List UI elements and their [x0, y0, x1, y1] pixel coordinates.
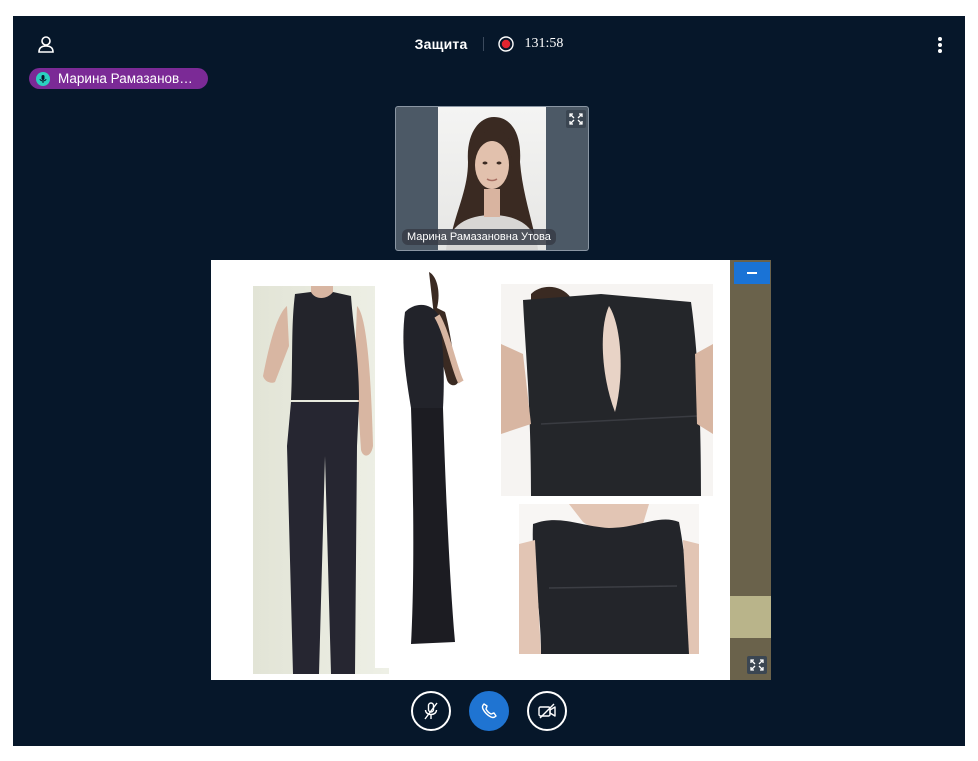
header-divider	[483, 37, 485, 51]
more-vertical-icon[interactable]	[937, 36, 943, 54]
record-icon	[498, 36, 515, 52]
end-call-button[interactable]	[469, 691, 509, 731]
expand-icon[interactable]	[747, 656, 767, 674]
minimize-icon[interactable]	[734, 262, 770, 284]
conference-window: Защита 131:58 Марина Рамазанов… Марина Р…	[13, 16, 965, 746]
shared-window-edge-block	[730, 596, 771, 638]
recording-timer: 131:58	[524, 36, 564, 51]
microphone-icon	[36, 71, 50, 86]
mute-microphone-button[interactable]	[411, 691, 451, 731]
front-detail-photo	[519, 504, 699, 654]
outfit-side-photo	[375, 272, 473, 668]
shared-slide	[211, 260, 730, 680]
outfit-front-photo	[253, 286, 389, 674]
participant-video-tile[interactable]: Марина Рамазановна Утова	[395, 106, 589, 251]
header-bar: Защита 131:58	[13, 34, 965, 54]
toggle-camera-button[interactable]	[527, 691, 567, 731]
screen-share-view[interactable]	[211, 260, 771, 680]
active-speaker-name: Марина Рамазанов…	[58, 71, 193, 86]
microphone-off-icon	[424, 702, 438, 720]
active-speaker-badge: Марина Рамазанов…	[29, 68, 208, 89]
call-controls	[13, 691, 965, 731]
shared-window-edge	[730, 260, 771, 680]
conference-title: Защита	[414, 36, 468, 52]
phone-icon	[481, 703, 497, 719]
camera-off-icon	[538, 703, 556, 719]
participant-name-label: Марина Рамазановна Утова	[402, 229, 556, 245]
expand-icon[interactable]	[566, 110, 586, 128]
back-detail-photo	[501, 284, 713, 496]
